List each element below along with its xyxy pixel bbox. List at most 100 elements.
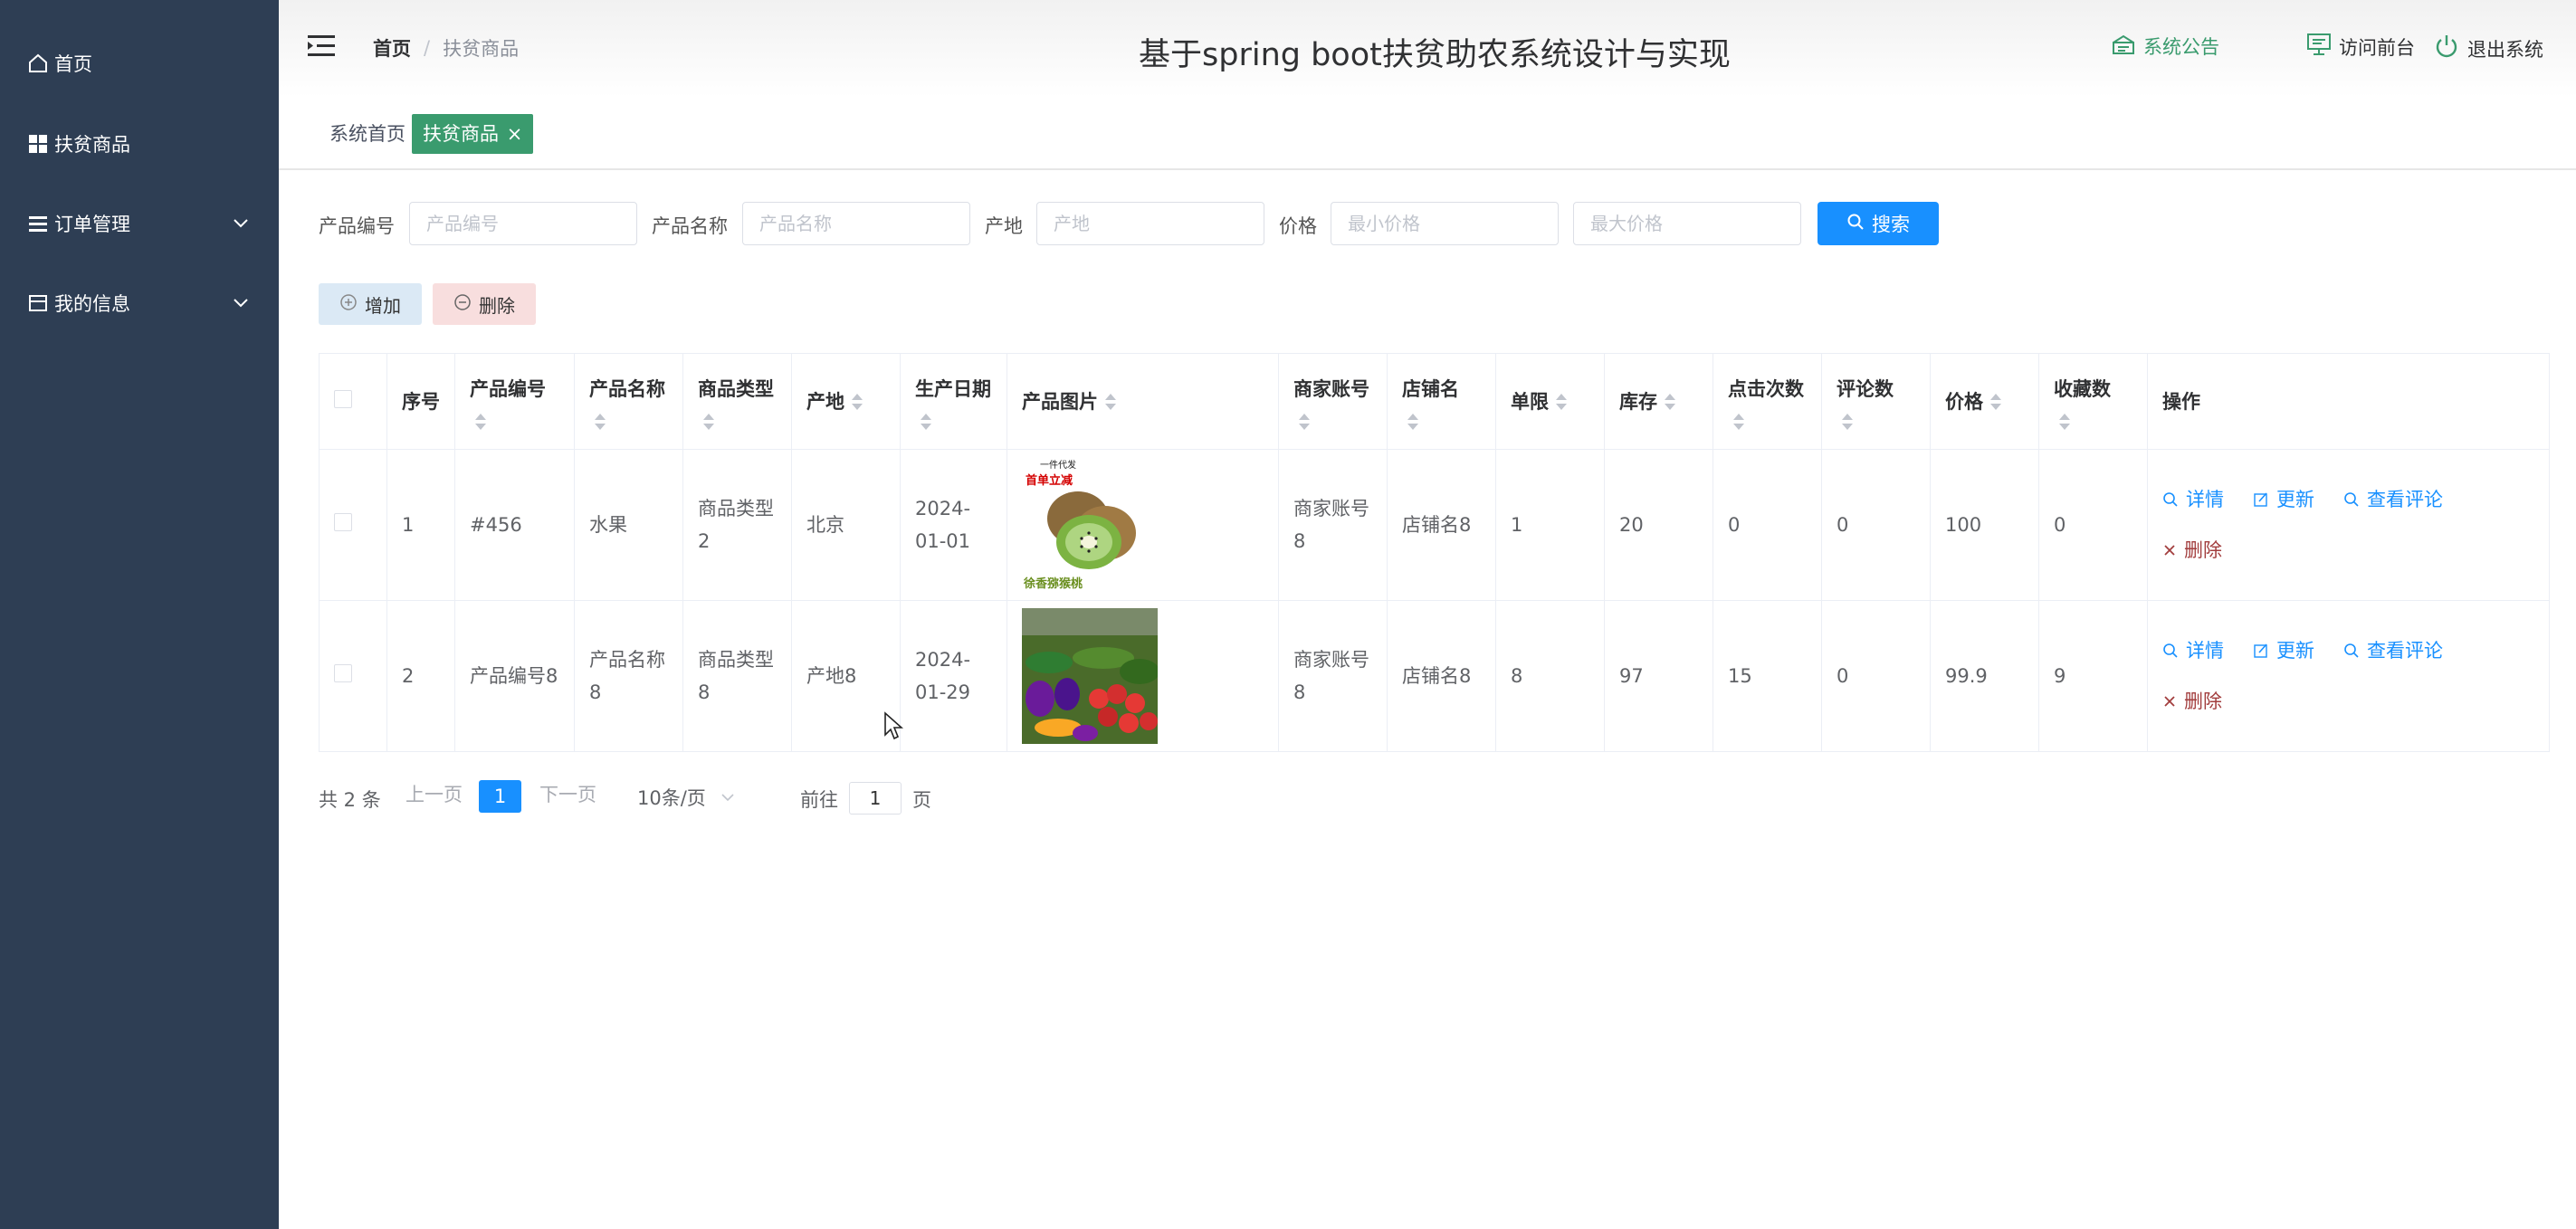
product-image-vegetables[interactable] [1022,608,1158,744]
col-date-label: 生产日期 [915,377,991,400]
col-origin[interactable]: 产地 [791,353,901,450]
goto-page-input[interactable] [849,782,902,815]
row-checkbox[interactable] [334,513,352,531]
col-code[interactable]: 产品编号 [454,353,575,450]
logout-button[interactable]: 退出系统 [2433,33,2543,64]
sort-icon[interactable] [1989,392,2001,414]
sidebar-item-products[interactable]: 扶贫商品 [0,117,279,171]
col-price[interactable]: 价格 [1930,353,2039,450]
col-favorites-label: 收藏数 [2054,377,2111,400]
sort-icon[interactable] [2057,412,2070,433]
col-image-label: 产品图片 [1022,390,1098,413]
sort-icon[interactable] [919,412,931,433]
max-price-input[interactable] [1573,202,1801,245]
mouse-cursor-icon [884,711,903,740]
sidebar: 首页 扶贫商品 订单管理 我的信息 [0,0,279,1229]
sort-icon[interactable] [850,392,863,414]
col-limit[interactable]: 单限 [1495,353,1605,450]
update-button[interactable]: 更新 [2253,483,2314,516]
cell-favorites: 9 [2038,600,2148,752]
page-number-current[interactable]: 1 [479,780,521,813]
row-delete-button[interactable]: 删除 [2162,534,2222,567]
card-icon [27,292,49,314]
view-reviews-button[interactable]: 查看评论 [2343,634,2443,667]
table-header-row: 序号 产品编号 产品名称 商品类型 产地 生产日期 产品图片 商家账号 店铺名 … [319,353,2550,450]
prev-page-button[interactable]: 上一页 [405,780,463,807]
sort-icon[interactable] [1103,392,1116,414]
sort-icon[interactable] [1663,392,1675,414]
row-delete-button[interactable]: 删除 [2162,685,2222,718]
col-date[interactable]: 生产日期 [900,353,1007,450]
view-reviews-label: 查看评论 [2367,489,2443,510]
sort-icon[interactable] [701,412,714,433]
col-type[interactable]: 商品类型 [682,353,792,450]
update-button[interactable]: 更新 [2253,634,2314,667]
cell-merchant: 商家账号8 [1278,600,1388,752]
search-button[interactable]: 搜索 [1818,202,1939,245]
sidebar-item-home[interactable]: 首页 [0,36,279,91]
col-image[interactable]: 产品图片 [1007,353,1279,450]
min-price-input[interactable] [1331,202,1559,245]
sort-icon[interactable] [1554,392,1567,414]
sidebar-item-orders[interactable]: 订单管理 [0,196,279,251]
next-page-button[interactable]: 下一页 [539,780,596,807]
menu-toggle-icon[interactable] [306,33,337,60]
origin-input[interactable] [1036,202,1264,245]
col-limit-label: 单限 [1511,390,1549,413]
col-favorites[interactable]: 收藏数 [2038,353,2148,450]
sort-icon[interactable] [1840,412,1853,433]
add-button[interactable]: 增加 [319,283,422,325]
product-code-input[interactable] [409,202,637,245]
cell-clicks: 0 [1713,449,1822,601]
detail-button[interactable]: 详情 [2162,634,2224,667]
page-size-select[interactable]: 10条/页 [637,780,746,815]
detail-button[interactable]: 详情 [2162,483,2224,516]
sort-icon[interactable] [1297,412,1310,433]
close-icon[interactable]: × [507,123,523,145]
cell-name: 水果 [574,449,683,601]
row-checkbox[interactable] [334,664,352,682]
cell-favorites: 0 [2038,449,2148,601]
cell-limit: 1 [1495,449,1605,601]
row-select-cell [319,600,387,752]
product-image-kiwi[interactable]: 一件代发 首单立减 徐香猕猴桃 [1022,457,1158,593]
detail-label: 详情 [2186,489,2224,510]
col-name[interactable]: 产品名称 [574,353,683,450]
cell-limit: 8 [1495,600,1605,752]
table-row: 1 #456 水果 商品类型2 北京 2024-01-01 一件代发 首单立减 [319,449,2550,601]
sidebar-item-my-info[interactable]: 我的信息 [0,276,279,330]
tab-products[interactable]: 扶贫商品 × [412,114,534,154]
col-type-label: 商品类型 [698,377,774,400]
breadcrumb-home[interactable]: 首页 [373,34,411,62]
sort-icon[interactable] [473,412,486,433]
delete-button[interactable]: 删除 [433,283,536,325]
tabs-bar: 系统首页 扶贫商品 × [279,107,2576,170]
logout-label: 退出系统 [2467,38,2543,61]
col-reviews[interactable]: 评论数 [1821,353,1931,450]
plus-circle-icon [339,293,358,316]
view-reviews-button[interactable]: 查看评论 [2343,483,2443,516]
breadcrumb-separator: / [424,37,431,59]
search-icon [1846,213,1865,235]
sort-icon[interactable] [593,412,606,433]
sort-icon[interactable] [1406,412,1418,433]
cell-reviews: 0 [1821,449,1931,601]
col-clicks[interactable]: 点击次数 [1713,353,1822,450]
close-icon [2164,545,2175,556]
tab-system-home[interactable]: 系统首页 [319,114,416,154]
col-stock[interactable]: 库存 [1604,353,1713,450]
col-shop[interactable]: 店铺名 [1387,353,1496,450]
notice-button[interactable]: 系统公告 [2111,33,2219,60]
visit-frontend-button[interactable]: 访问前台 [2306,33,2415,61]
sidebar-item-label: 订单管理 [54,214,130,235]
search-icon [2163,643,2178,658]
col-merchant[interactable]: 商家账号 [1278,353,1388,450]
sort-icon[interactable] [1732,412,1744,433]
cell-reviews: 0 [1821,600,1931,752]
select-all-checkbox[interactable] [334,389,352,408]
product-name-input[interactable] [742,202,970,245]
delete-button-label: 删除 [479,294,515,317]
cell-shop: 店铺名8 [1387,600,1496,752]
pagination-total: 共 2 条 [319,789,381,811]
product-name-label: 产品名称 [652,215,728,237]
